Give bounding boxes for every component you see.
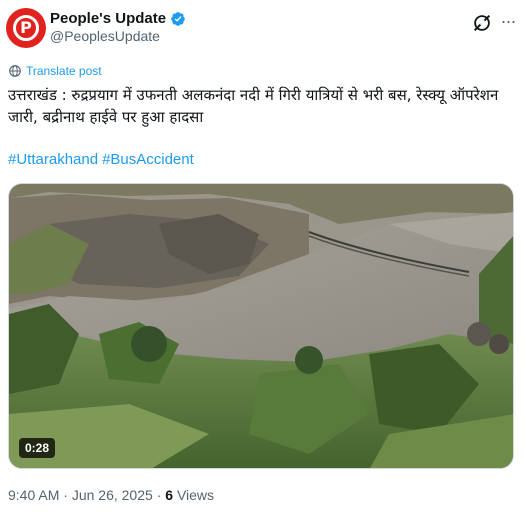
avatar-letter: P <box>20 18 32 37</box>
display-name[interactable]: People's Update <box>50 10 166 27</box>
translate-label: Translate post <box>26 64 102 78</box>
video-player[interactable]: 0:28 <box>8 183 514 469</box>
hashtags: #Uttarakhand #BusAccident <box>8 151 198 168</box>
account-names: People's Update @PeoplesUpdate <box>50 10 186 44</box>
display-name-row: People's Update <box>50 10 186 27</box>
globe-icon <box>9 65 21 77</box>
tweet-header: P People's Update @PeoplesUpdate ··· <box>6 8 519 48</box>
translate-post-link[interactable]: Translate post <box>8 64 102 78</box>
tweet-time[interactable]: 9:40 AM <box>8 487 59 503</box>
avatar[interactable]: P <box>6 8 46 48</box>
views-count[interactable]: 6 <box>165 487 173 503</box>
video-duration: 0:28 <box>19 438 56 458</box>
video-thumbnail <box>9 184 513 468</box>
tweet-date[interactable]: Jun 26, 2025 <box>72 487 153 503</box>
handle[interactable]: @PeoplesUpdate <box>50 28 186 44</box>
meta-separator: · <box>63 487 68 503</box>
hashtag-uttarakhand[interactable]: #Uttarakhand <box>8 151 98 168</box>
tweet-meta: 9:40 AM · Jun 26, 2025 · 6 Views <box>8 487 214 503</box>
hashtag-busaccident[interactable]: #BusAccident <box>102 151 194 168</box>
grok-icon[interactable] <box>471 12 493 34</box>
tweet-text: उत्तराखंड : रुद्रप्रयाग में उफनती अलकनंद… <box>8 86 499 126</box>
more-options-icon[interactable]: ··· <box>497 10 519 32</box>
views-label: Views <box>176 487 215 503</box>
avatar-ring: P <box>13 15 39 41</box>
meta-separator: · <box>156 487 162 503</box>
verified-badge-icon <box>171 11 185 26</box>
